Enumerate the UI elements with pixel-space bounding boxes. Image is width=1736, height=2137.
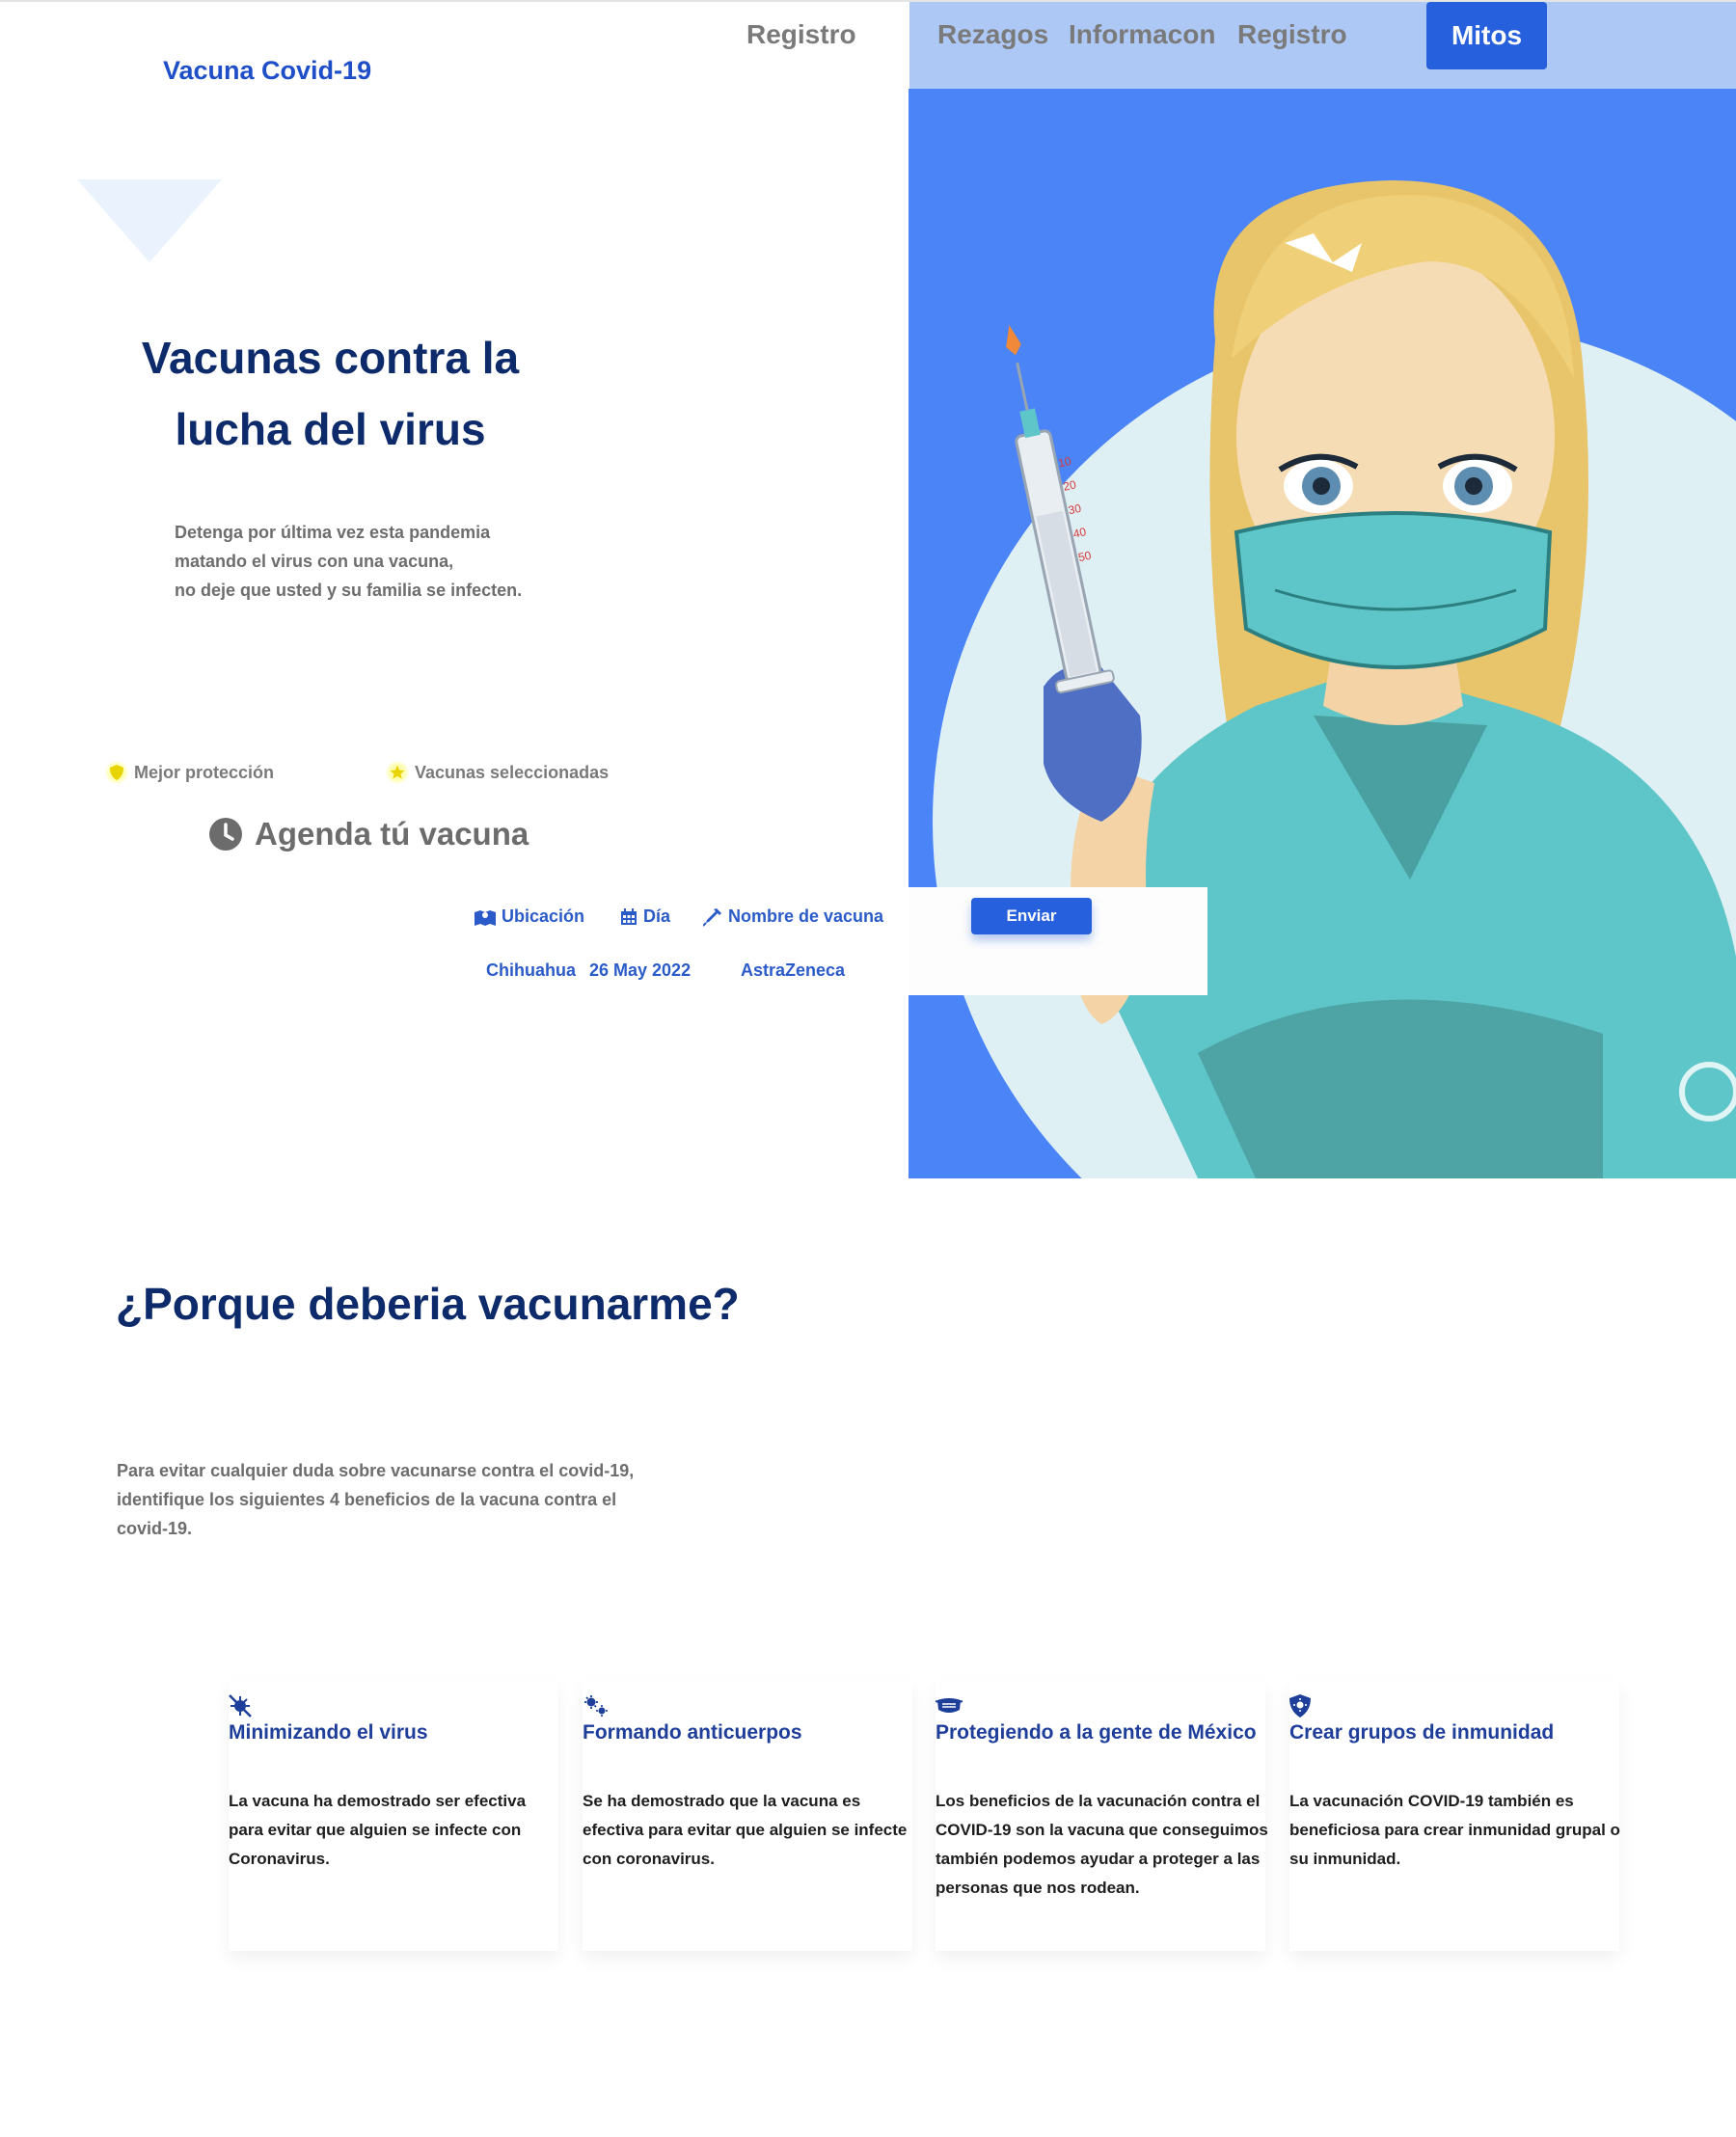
head-side-mask-icon — [935, 1694, 963, 1718]
submit-button[interactable]: Enviar — [971, 898, 1092, 934]
card-text: Se ha demostrado que la vacuna es efecti… — [583, 1792, 908, 1868]
syringe-icon — [703, 907, 721, 927]
section-title: ¿Porque deberia vacunarme? — [116, 1279, 740, 1329]
hero-desc-line1: Detenga por última vez esta pandemia — [175, 523, 491, 542]
benefit-card-3: Protegiendo a la gente de México Los ben… — [935, 1681, 1268, 1951]
virus-slash-icon — [229, 1694, 252, 1718]
face-mask — [1234, 511, 1553, 669]
location-label: Ubicación — [475, 906, 584, 927]
benefit-card-2: Formando anticuerpos Se ha demostrado qu… — [583, 1681, 912, 1951]
feature-label: Vacunas seleccionadas — [415, 762, 610, 782]
feature-mejor-proteccion: Mejor protección — [105, 761, 274, 784]
location-value[interactable]: Chihuahua — [486, 960, 576, 981]
hero-illustration: 10 20 30 40 50 — [909, 89, 1736, 1178]
section-description: Para evitar cualquier duda sobre vacunar… — [117, 1456, 676, 1543]
nav-rezagos[interactable]: Rezagos — [937, 19, 1048, 50]
day-value[interactable]: 26 May 2022 — [589, 960, 691, 981]
benefit-card-1: Minimizando el virus La vacuna ha demost… — [229, 1681, 558, 1951]
clock-icon — [209, 818, 242, 851]
nav-registro-left[interactable]: Registro — [746, 19, 856, 50]
shield-virus-icon — [1289, 1694, 1313, 1718]
card-text: La vacunación COVID-19 también es benefi… — [1289, 1792, 1620, 1868]
vaccine-label: Nombre de vacuna — [703, 906, 883, 927]
benefit-card-4: Crear grupos de inmunidad La vacunación … — [1289, 1681, 1620, 1951]
card-title: Minimizando el virus — [229, 1721, 428, 1744]
section-desc-line1: Para evitar cualquier duda sobre vacunar… — [117, 1461, 635, 1480]
agenda-label: Agenda tú vacuna — [255, 816, 529, 852]
viruses-icon — [583, 1694, 608, 1718]
day-label: Día — [620, 906, 670, 927]
hero-title: Vacunas contra la lucha del virus — [116, 322, 545, 465]
vaccine-value[interactable]: AstraZeneca — [741, 960, 845, 981]
scrubs-shadow — [1198, 999, 1603, 1178]
feature-label: Mejor protección — [134, 762, 275, 782]
feature-vacunas-seleccionadas: Vacunas seleccionadas — [386, 761, 609, 784]
card-text: La vacuna ha demostrado ser efectiva par… — [229, 1792, 527, 1868]
nurse-illustration: 10 20 30 40 50 — [933, 180, 1736, 1178]
section-desc-line2: identifique los siguientes 4 beneficios … — [117, 1490, 617, 1509]
decorative-triangle — [77, 179, 222, 262]
hero-title-line1: Vacunas contra la — [141, 333, 520, 383]
hero-title-line2: lucha del virus — [175, 404, 486, 454]
brand-logo[interactable]: Vacuna Covid-19 — [163, 56, 371, 86]
nav-registro[interactable]: Registro — [1237, 19, 1347, 50]
card-title: Protegiendo a la gente de México — [936, 1721, 1257, 1744]
hero-desc-line3: no deje que usted y su familia se infect… — [175, 581, 523, 600]
map-marked-icon — [475, 909, 496, 926]
shield-icon — [105, 761, 128, 784]
section-desc-line3: covid-19. — [117, 1519, 193, 1538]
card-title: Crear grupos de inmunidad — [1289, 1721, 1555, 1744]
hero-description: Detenga por última vez esta pandemia mat… — [175, 518, 580, 605]
hero-desc-line2: matando el virus con una vacuna, — [175, 552, 454, 571]
nav-informacion[interactable]: Informacon — [1069, 19, 1215, 50]
card-title: Formando anticuerpos — [583, 1721, 802, 1744]
calendar-icon — [621, 907, 637, 925]
star-icon — [386, 761, 409, 784]
nav-mitos-button[interactable]: Mitos — [1426, 2, 1547, 69]
agenda-heading: Agenda tú vacuna — [208, 816, 529, 852]
card-text: Los beneficios de la vacunación contra e… — [936, 1792, 1268, 1897]
